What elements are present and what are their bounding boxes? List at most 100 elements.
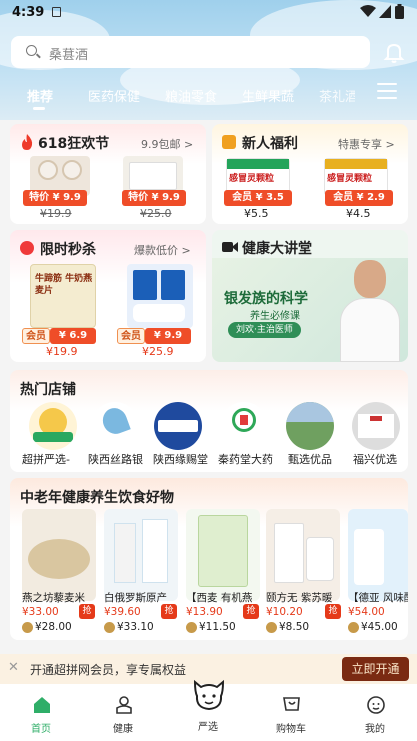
close-icon[interactable]: ✕ (8, 660, 19, 675)
health-product-member-5: ¥45.00 (361, 621, 398, 633)
search-bar[interactable]: 桑葚酒 (11, 36, 370, 68)
health-lecture-card[interactable]: 健康大讲堂 银发族的科学 养生必修课 刘欢·主治医师 (212, 230, 408, 362)
promo-618-orig-1: ¥19.9 (40, 207, 72, 220)
grab-badge-4[interactable]: 抢 (325, 604, 341, 619)
grab-badge-1[interactable]: 抢 (79, 604, 95, 619)
health-product-name-5[interactable]: 【德亚 风味酸 (348, 590, 408, 605)
tab-medicine[interactable]: 医药保健 (88, 86, 140, 105)
shop-logo-4[interactable] (220, 402, 268, 450)
nav-home[interactable]: 首页 (22, 684, 62, 741)
shop-logo-6[interactable] (352, 402, 400, 450)
promo-618-card[interactable]: 618狂欢节 9.9包邮 > 特价 ¥ 9.9 ¥19.9 特价 ¥ 9.9 ¥… (10, 124, 206, 224)
shop-logo-3[interactable] (154, 402, 202, 450)
product-box-label-1: 感冒灵颗粒 (229, 174, 275, 184)
health-product-name-1[interactable]: 燕之坊藜麦米 (22, 590, 96, 605)
flash-sale-card[interactable]: 限时秒杀 爆款低价 > 牛蹄筋 牛奶燕麦片 会员 ¥ 6.9 ¥19.9 会员 … (10, 230, 206, 362)
health-product-image-3[interactable] (186, 509, 260, 601)
wifi-icon (360, 5, 376, 17)
vip-open-button[interactable]: 立即开通 (342, 657, 409, 681)
active-tab-indicator (33, 107, 45, 110)
flash-member-price-1: ¥ 6.9 (50, 328, 96, 344)
cart-icon (283, 697, 300, 711)
lecture-banner: 银发族的科学 养生必修课 刘欢·主治医师 (212, 258, 408, 362)
health-product-member-4: ¥8.50 (279, 621, 310, 633)
flash-price-1: ¥19.9 (46, 345, 78, 358)
flash-sale-more[interactable]: 爆款低价 > (134, 242, 191, 258)
product-image-oatmeal: 牛蹄筋 牛奶燕麦片 (30, 264, 96, 328)
shop-name-4[interactable]: 秦药堂大药 (218, 451, 273, 467)
status-bar: 4:39 (0, 0, 417, 24)
shop-name-2[interactable]: 陕西丝路银 (88, 451, 143, 467)
health-foods-title: 中老年健康养生饮食好物 (20, 490, 174, 506)
health-product-price-4: ¥10.20 (266, 606, 303, 618)
shop-name-1[interactable]: 超拼严选- (22, 451, 70, 467)
promo-newuser-price-2: ¥4.5 (346, 207, 371, 220)
shop-logo-1[interactable] (29, 402, 77, 450)
bottom-nav: 首页 健康 严选 购物车 我的 (0, 679, 417, 741)
health-product-price-1: ¥33.00 (22, 606, 59, 618)
flash-sale-title: 限时秒杀 (40, 242, 96, 258)
shop-logo-5[interactable] (286, 402, 334, 450)
fire-icon (22, 134, 33, 150)
health-product-image-5[interactable] (348, 509, 408, 601)
promo-618-orig-2: ¥25.0 (140, 207, 172, 220)
health-product-member-3: ¥11.50 (199, 621, 236, 633)
category-menu-icon[interactable] (377, 83, 397, 99)
health-product-name-3[interactable]: 【西麦 有机燕 (186, 590, 260, 605)
member-price-icon (266, 622, 277, 633)
tab-recommend[interactable]: 推荐 (27, 86, 53, 105)
health-product-member-1: ¥28.00 (35, 621, 72, 633)
promo-618-badge-2: 特价 ¥ 9.9 (122, 190, 186, 206)
promo-newuser-badge-1: 会员 ¥ 3.5 (224, 190, 292, 206)
home-icon (34, 697, 50, 713)
health-product-price-3: ¥13.90 (186, 606, 223, 618)
grab-badge-2[interactable]: 抢 (161, 604, 177, 619)
health-product-price-5: ¥54.00 (348, 606, 385, 618)
health-product-name-4[interactable]: 颐方无 紫苏暖 (266, 590, 340, 605)
gift-icon (222, 135, 236, 149)
search-placeholder: 桑葚酒 (49, 48, 89, 63)
bell-icon[interactable] (382, 40, 406, 64)
promo-newuser-price-1: ¥5.5 (244, 207, 269, 220)
grab-badge-3[interactable]: 抢 (243, 604, 259, 619)
health-product-member-2: ¥33.10 (117, 621, 154, 633)
doctor-portrait (340, 258, 400, 362)
flash-member-label-2: 会员 (117, 328, 145, 344)
nav-select[interactable]: 严选 (188, 672, 230, 741)
nav-cart-label: 购物车 (276, 724, 306, 735)
nav-cart[interactable]: 购物车 (272, 684, 312, 741)
member-price-icon (186, 622, 197, 633)
hot-shops-title: 热门店铺 (20, 382, 76, 398)
nav-mine[interactable]: 我的 (356, 684, 396, 741)
profile-icon (367, 696, 385, 714)
member-price-icon (348, 622, 359, 633)
tab-fresh-produce[interactable]: 生鲜果蔬 (242, 86, 294, 105)
health-product-image-4[interactable] (266, 509, 340, 601)
lecture-host: 刘欢·主治医师 (228, 322, 301, 338)
health-product-price-2: ¥39.60 (104, 606, 141, 618)
health-product-image-1[interactable] (22, 509, 96, 601)
tab-tea-gift-wine[interactable]: 茶礼酒 (319, 86, 355, 105)
nav-home-label: 首页 (31, 724, 51, 735)
promo-newuser-card[interactable]: 新人福利 特惠专享 > 感冒灵颗粒 感冒灵颗粒 会员 ¥ 3.5 ¥5.5 会员… (212, 124, 408, 224)
shop-logo-2[interactable] (91, 402, 139, 450)
flash-member-label-1: 会员 (22, 328, 50, 344)
member-price-icon (22, 622, 33, 633)
health-product-name-2[interactable]: 白俄罗斯原产 (104, 590, 178, 605)
flash-price-2: ¥25.9 (142, 345, 174, 358)
signal-icon (379, 5, 391, 18)
shop-name-5[interactable]: 甄选优品 (288, 451, 332, 467)
shop-name-6[interactable]: 福兴优选 (353, 451, 397, 467)
vip-banner-text: 开通超拼网会员，享专属权益 (30, 663, 187, 677)
nav-health[interactable]: 健康 (104, 684, 144, 741)
lecture-subtitle: 养生必修课 (250, 311, 300, 322)
shop-name-3[interactable]: 陕西缘赐堂 (153, 451, 208, 467)
battery-icon (395, 4, 404, 19)
promo-618-more[interactable]: 9.9包邮 > (141, 136, 193, 152)
promo-newuser-title: 新人福利 (242, 136, 298, 152)
status-time: 4:39 (12, 5, 45, 20)
tab-grain-snacks[interactable]: 粮油零食 (165, 86, 217, 105)
promo-newuser-more[interactable]: 特惠专享 > (338, 136, 395, 152)
health-product-image-2[interactable] (104, 509, 178, 601)
video-camera-icon (222, 242, 238, 252)
